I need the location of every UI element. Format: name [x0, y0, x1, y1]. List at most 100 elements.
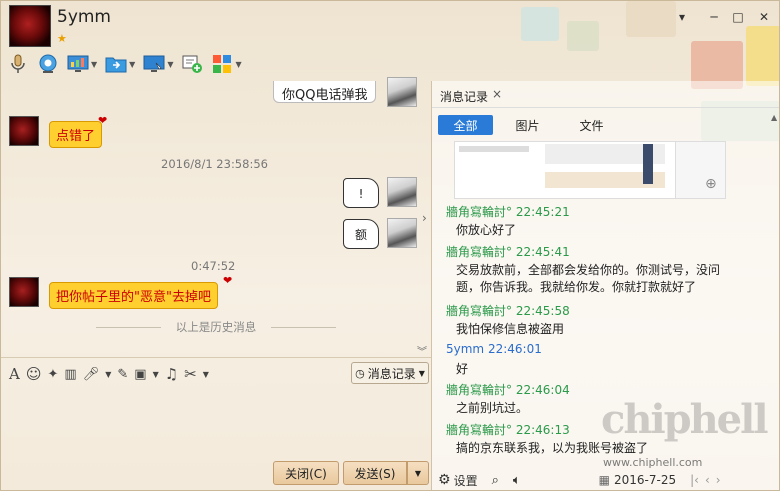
scroll-to-bottom-icon[interactable]: ︾ — [417, 343, 427, 358]
screenshot-thumbnail[interactable]: ⊕ — [454, 141, 726, 199]
message-bubble: 你QQ电话弹我 — [273, 81, 377, 103]
send-file-icon — [105, 53, 127, 75]
message-time: 22:46:13 — [515, 423, 570, 437]
segment-files[interactable]: 文件 — [564, 115, 619, 135]
next-page-icon[interactable]: › — [716, 473, 721, 487]
chat-message-area[interactable]: 你QQ电话弹我 点错了 ❤ 2016/8/1 23:58:56 ! 额 › 0:… — [1, 77, 431, 358]
decor-cube — [567, 21, 599, 51]
microphone-icon — [7, 53, 29, 75]
send-options-chevron-icon[interactable]: ▼ — [407, 461, 429, 485]
panel-toggle-chevron-icon[interactable]: › — [422, 211, 427, 225]
send-button[interactable]: 发送(S) — [343, 461, 407, 485]
contact-avatar[interactable] — [9, 5, 51, 47]
close-window-button[interactable]: ✕ — [755, 9, 773, 25]
close-button[interactable]: 关闭(C) — [273, 461, 339, 485]
chevron-down-icon[interactable]: ▼ — [167, 60, 173, 69]
message-time: 22:45:21 — [515, 205, 570, 219]
history-message-header: 牆角寫輪討° 22:45:41 — [446, 243, 570, 260]
date-picker[interactable]: 2016-7-25 — [614, 473, 676, 487]
minimize-button[interactable]: ─ — [705, 9, 723, 25]
heart-icon: ❤ — [98, 114, 108, 127]
invite-icon — [181, 53, 203, 75]
watermark-url: www.chiphell.com — [603, 456, 703, 469]
chevron-down-icon[interactable]: ▼ — [203, 370, 209, 379]
gear-icon[interactable]: ⚙ — [438, 472, 451, 488]
message-time: 22:46:04 — [515, 383, 570, 397]
ghost-emoticon-bubble: ! — [343, 178, 379, 208]
image-icon[interactable]: ▣ — [134, 367, 146, 382]
message-bubble: 点错了 — [49, 121, 103, 148]
history-message-text: 好 — [456, 362, 469, 376]
remote-assist-button[interactable]: ▼ — [143, 51, 173, 77]
history-scrollbar[interactable]: ▲ — [771, 113, 779, 459]
chiphell-watermark-logo: chiphell — [601, 396, 769, 443]
chevron-down-icon[interactable]: ▼ — [129, 60, 135, 69]
close-panel-icon[interactable]: × — [492, 87, 502, 101]
my-avatar[interactable] — [387, 177, 417, 207]
remote-assist-icon — [143, 53, 165, 75]
tab-message-history[interactable]: 消息记录 — [440, 88, 488, 105]
vibrate-icon[interactable]: ▥ — [64, 367, 76, 382]
chat-toolbar: ▼ ▼ ▼ ▼ — [7, 51, 250, 77]
chevron-down-icon[interactable]: ▼ — [91, 60, 97, 69]
contact-avatar-small[interactable] — [9, 116, 39, 146]
segment-images[interactable]: 图片 — [500, 115, 555, 135]
history-divider-label: 以上是历史消息 — [175, 320, 257, 334]
history-message-header: 牆角寫輪討° 22:46:04 — [446, 381, 570, 398]
heart-icon: ❤ — [223, 274, 233, 287]
message-time: 22:45:58 — [515, 304, 570, 318]
chevron-down-icon[interactable]: ▼ — [153, 370, 159, 379]
first-page-icon[interactable]: |‹ — [690, 473, 699, 487]
sender-name: 牆角寫輪討° — [446, 245, 513, 259]
qq-chat-window: 5ymm ★ ▾ ─ □ ✕ ▼ ▼ ▼ ▼ 你QQ电话弹我 点错了 ❤ 201… — [0, 0, 780, 491]
edit-icon[interactable]: ✎ — [117, 367, 128, 382]
chevron-down-icon[interactable]: ▼ — [105, 370, 111, 379]
emoji-icon[interactable]: ☺ — [26, 365, 42, 383]
voice-call-button[interactable] — [7, 51, 29, 77]
timestamp: 0:47:52 — [191, 259, 236, 273]
history-message-header: 牆角寫輪討° 22:45:21 — [446, 203, 570, 220]
voice-message-icon[interactable]: 🎤︎ — [83, 367, 100, 382]
segment-all[interactable]: 全部 — [438, 115, 493, 135]
screen-share-icon — [67, 53, 89, 75]
maximize-button[interactable]: □ — [729, 9, 747, 25]
input-divider[interactable] — [1, 357, 431, 358]
sender-name: 牆角寫輪討° — [446, 304, 513, 318]
music-icon[interactable]: ♫ — [165, 365, 178, 383]
vip-star-icon: ★ — [57, 32, 67, 45]
send-file-button[interactable]: ▼ — [105, 51, 135, 77]
speaker-icon[interactable]: 🔈︎ — [513, 473, 521, 488]
contact-avatar-small[interactable] — [9, 277, 39, 307]
webcam-icon — [37, 53, 59, 75]
clock-icon: ◷ — [355, 366, 365, 380]
apps-button[interactable]: ▼ — [211, 51, 242, 77]
history-message-header: 5ymm 22:46:01 — [446, 342, 542, 356]
history-divider: 以上是历史消息 — [96, 319, 336, 335]
menu-dropdown-button[interactable]: ▾ — [673, 9, 691, 25]
history-message-text: 之前别坑过。 — [456, 401, 529, 415]
screenshot-scissors-icon[interactable]: ✂ — [184, 365, 197, 383]
chevron-down-icon[interactable]: ▼ — [235, 60, 241, 69]
chevron-down-icon: ▼ — [418, 368, 425, 378]
zoom-icon[interactable]: ⊕ — [705, 176, 717, 192]
my-avatar[interactable] — [387, 218, 417, 248]
prev-page-icon[interactable]: ‹ — [705, 473, 710, 487]
sender-name: 5ymm — [446, 342, 485, 356]
calendar-icon[interactable]: ▦ — [599, 473, 610, 487]
message-history-button[interactable]: ◷ 消息记录 ▼ — [351, 362, 429, 384]
my-avatar[interactable] — [387, 77, 417, 107]
ghost-emoticon-bubble: 额 — [343, 219, 379, 249]
settings-label[interactable]: 设置 — [454, 472, 478, 489]
screen-share-button[interactable]: ▼ — [67, 51, 97, 77]
magic-emoji-icon[interactable]: ✦ — [47, 367, 58, 382]
search-icon[interactable]: ⌕ — [492, 473, 499, 488]
history-bottom-bar: ⚙ 设置 ⌕ 🔈︎ ▦ 2016-7-25 |‹ ‹ › — [432, 468, 779, 490]
invite-button[interactable] — [181, 51, 203, 77]
decor-cube — [521, 7, 559, 41]
font-icon[interactable]: A — [9, 365, 20, 383]
decor-cube — [746, 26, 779, 86]
apps-icon — [211, 53, 233, 75]
history-message-header: 牆角寫輪討° 22:46:13 — [446, 421, 570, 438]
video-call-button[interactable] — [37, 51, 59, 77]
scroll-up-icon[interactable]: ▲ — [771, 113, 777, 122]
